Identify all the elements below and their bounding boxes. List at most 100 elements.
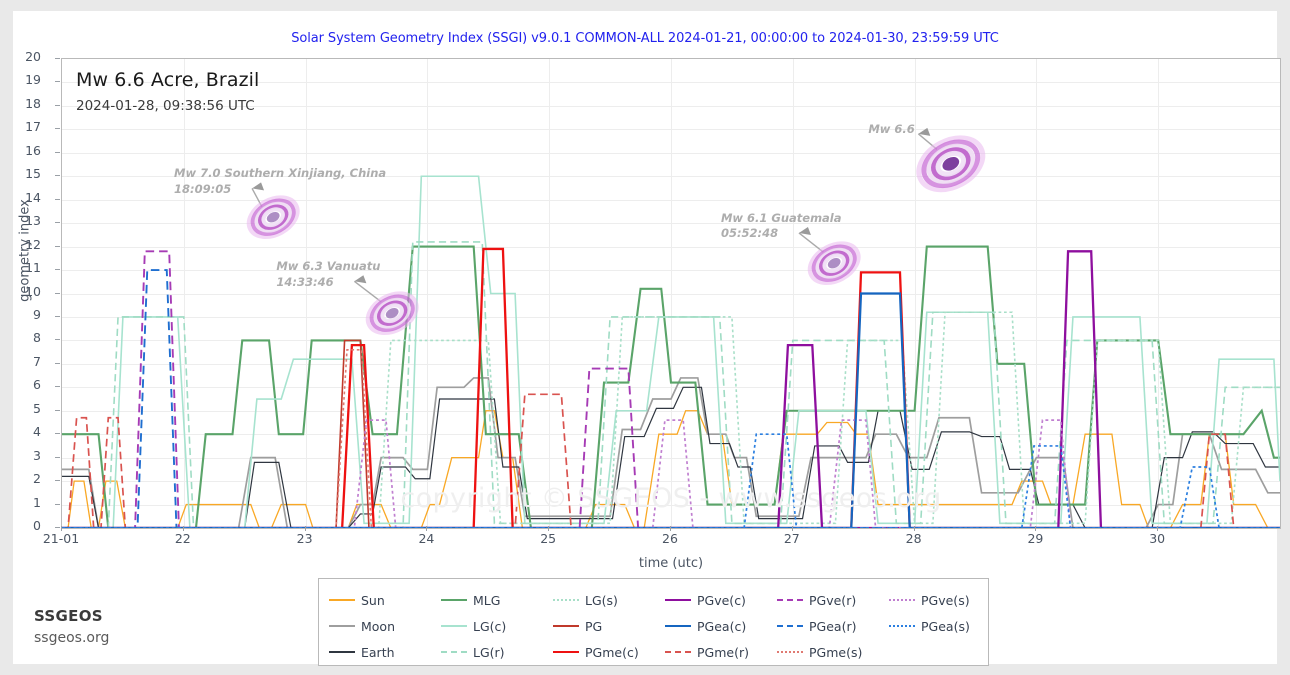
- y-axis-tick: [55, 151, 60, 153]
- x-axis-tick: [1157, 526, 1159, 531]
- x-axis-tick: [304, 526, 306, 531]
- legend-label: LG(c): [473, 618, 507, 634]
- legend-item-pgeac[interactable]: PGea(c): [665, 619, 777, 634]
- y-axis-tick: [55, 175, 60, 177]
- legend-item-mlg[interactable]: MLG: [441, 593, 553, 608]
- x-axis-tick: [182, 526, 184, 531]
- earthquake-annotation-label: Mw 6.3 Vanuatu 14:33:46: [276, 259, 380, 290]
- y-axis-tick: [55, 222, 60, 224]
- legend-item-pgmes[interactable]: PGme(s): [777, 645, 889, 660]
- legend-swatch-icon: [665, 646, 691, 658]
- y-axis-tick: [55, 245, 60, 247]
- legend-item-pgmec[interactable]: PGme(c): [553, 645, 665, 660]
- x-axis-tick: [426, 526, 428, 531]
- legend[interactable]: Sun MLG LG(s) PGve(c) PGve(r) PGve(s) Moon LG(c…: [318, 578, 989, 666]
- y-axis-tick: [55, 81, 60, 83]
- legend-swatch-icon: [665, 594, 691, 606]
- legend-item-pgvec[interactable]: PGve(c): [665, 593, 777, 608]
- brand-name: SSGEOS: [34, 607, 103, 625]
- x-axis-tick: [670, 526, 671, 531]
- y-axis-tick-label: 2: [33, 471, 41, 487]
- legend-label: LG(r): [473, 644, 505, 660]
- x-axis-tick-label: 24: [418, 531, 435, 546]
- y-axis-tick: [55, 198, 60, 200]
- legend-item-sun[interactable]: Sun: [329, 593, 441, 608]
- legend-item-earth[interactable]: Earth: [329, 645, 441, 660]
- legend-item-pgmer[interactable]: PGme(r): [665, 645, 777, 660]
- legend-swatch-icon: [777, 620, 803, 632]
- legend-item-lgc[interactable]: LG(c): [441, 619, 553, 634]
- series-canvas: [62, 175, 1280, 528]
- legend-row: Earth LG(r) PGme(c) PGme(r) PGme(s): [329, 639, 978, 665]
- legend-label: PGme(s): [809, 644, 863, 660]
- y-axis-tick: [55, 456, 60, 458]
- series-line-lgr: [62, 241, 1280, 528]
- legend-swatch-icon: [889, 594, 915, 606]
- legend-item-pg[interactable]: PG: [553, 619, 665, 634]
- annotation-magnitude-location: Mw 7.0 Southern Xinjiang, China: [174, 166, 387, 181]
- series-line-pgvec: [62, 250, 1280, 528]
- plot-area[interactable]: copyright © SSGEOS - www.ssgeos.org Mw 6…: [61, 58, 1281, 529]
- legend-label: PGme(r): [697, 644, 749, 660]
- y-axis-tick: [55, 269, 60, 271]
- x-axis-tick-label: 23: [296, 531, 313, 546]
- y-axis-tick: [55, 292, 60, 294]
- y-axis-tick: [55, 362, 60, 364]
- earthquake-annotation-label: Mw 6.1 Guatemala 05:52:48: [721, 211, 842, 242]
- x-axis-tick: [791, 526, 793, 531]
- annotation-time: 05:52:48: [720, 226, 779, 241]
- annotation-magnitude-location: Mw 6.3 Vanuatu: [276, 259, 381, 274]
- legend-row: Moon LG(c) PG PGea(c) PGea(r) PGea(s): [329, 613, 978, 639]
- legend-swatch-icon: [553, 594, 579, 606]
- legend-swatch-icon: [889, 620, 915, 632]
- x-axis-tick-label: 27: [783, 531, 800, 546]
- legend-item-pgeas[interactable]: PGea(s): [889, 619, 1001, 634]
- legend-swatch-icon: [441, 594, 467, 606]
- legend-swatch-icon: [329, 646, 355, 658]
- main-event-time: 2024-01-28, 09:38:56 UTC: [76, 98, 255, 114]
- legend-swatch-icon: [665, 620, 691, 632]
- y-axis-tick: [55, 58, 60, 59]
- x-axis-tick-label: 30: [1149, 531, 1166, 546]
- x-axis-tick: [1035, 526, 1037, 531]
- legend-swatch-icon: [329, 620, 355, 632]
- legend-item-pgear[interactable]: PGea(r): [777, 619, 889, 634]
- earthquake-annotation-label: Mw 7.0 Southern Xinjiang, China 18:09:05: [174, 166, 386, 197]
- legend-item-lgr[interactable]: LG(r): [441, 645, 553, 660]
- x-axis-tick-label: 29: [1027, 531, 1044, 546]
- x-axis-tick-label: 28: [905, 531, 922, 546]
- y-axis-tick: [55, 339, 60, 341]
- legend-label: PG: [585, 618, 603, 634]
- legend-label: Moon: [361, 618, 396, 634]
- brand-url[interactable]: ssgeos.org: [34, 630, 109, 646]
- legend-swatch-icon: [329, 594, 355, 606]
- brand-block: SSGEOS ssgeos.org: [34, 607, 109, 646]
- legend-item-lgs[interactable]: LG(s): [553, 593, 665, 608]
- x-axis-tick: [548, 526, 550, 531]
- series-line-pgver: [62, 250, 1280, 528]
- y-axis-tick: [55, 433, 60, 435]
- legend-item-moon[interactable]: Moon: [329, 619, 441, 634]
- annotation-magnitude-location: Mw 6.1 Guatemala: [720, 210, 842, 225]
- annotation-magnitude-location: Mw 6.6: [868, 121, 915, 136]
- y-axis-tick: [55, 503, 60, 505]
- series-line-pgmec: [62, 247, 1280, 528]
- x-axis-tick: [913, 526, 915, 531]
- legend-swatch-icon: [777, 594, 803, 606]
- legend-item-pgves[interactable]: PGve(s): [889, 593, 1001, 608]
- annotation-time: 14:33:46: [276, 274, 334, 289]
- page-title: Solar System Geometry Index (SSGI) v9.0.…: [291, 31, 999, 46]
- annotation-time: 18:09:05: [174, 181, 232, 196]
- main-event-title: Mw 6.6 Acre, Brazil: [76, 69, 260, 91]
- legend-label: PGea(c): [697, 618, 747, 634]
- y-axis-tick: [55, 104, 60, 106]
- y-axis-tick: [55, 128, 60, 130]
- legend-label: PGea(r): [809, 618, 857, 634]
- legend-item-pgver[interactable]: PGve(r): [777, 593, 889, 608]
- x-axis-tick-label: 22: [174, 531, 191, 546]
- x-axis-labels: 21-01 22 23 24 25 26 27 28 29 30: [43, 526, 1281, 553]
- legend-label: LG(s): [585, 592, 618, 608]
- legend-swatch-icon: [441, 646, 467, 658]
- y-axis-title: geometry index: [17, 199, 33, 302]
- y-axis-tick: [55, 386, 60, 388]
